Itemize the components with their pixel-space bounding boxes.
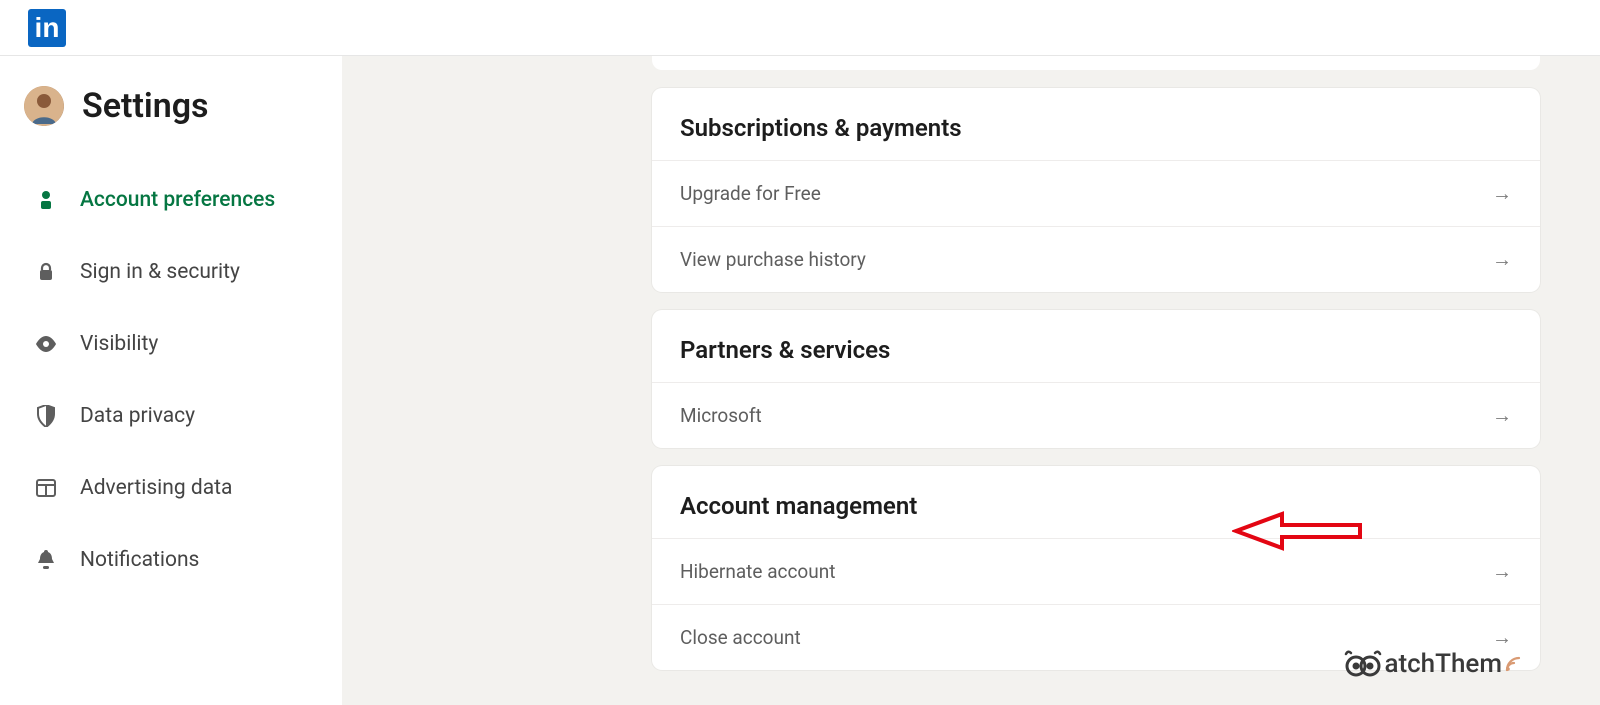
linkedin-logo[interactable]: in [28,9,66,47]
row-label: View purchase history [680,248,866,271]
row-label: Microsoft [680,404,762,427]
sidebar-item-label: Advertising data [80,476,232,500]
row-label: Upgrade for Free [680,182,821,205]
chevron-right-icon: → [1492,181,1512,206]
sidebar-item-notifications[interactable]: Notifications [24,524,342,596]
page-title: Settings [82,86,209,126]
sidebar-item-label: Account preferences [80,188,275,212]
sidebar: Settings Account preferences Sign in & s… [0,56,342,705]
card-partial-top [652,56,1540,70]
chevron-right-icon: → [1492,403,1512,428]
signal-icon [1504,655,1522,673]
card-subscriptions-payments: Subscriptions & payments Upgrade for Fre… [652,88,1540,292]
chevron-right-icon: → [1492,559,1512,584]
row-label: Close account [680,626,801,649]
sidebar-item-data-privacy[interactable]: Data privacy [24,380,342,452]
sidebar-item-account-preferences[interactable]: Account preferences [24,164,342,236]
card-title: Account management [652,466,1540,538]
card-partners-services: Partners & services Microsoft → [652,310,1540,448]
row-hibernate-account[interactable]: Hibernate account → [652,538,1540,604]
content: Subscriptions & payments Upgrade for Fre… [342,56,1600,705]
newspaper-icon [34,479,58,497]
row-label: Hibernate account [680,560,835,583]
eye-icon [34,336,58,352]
watermark-text: atchThem [1384,649,1502,679]
settings-header: Settings [24,86,342,126]
chevron-right-icon: → [1492,625,1512,650]
sidebar-item-label: Data privacy [80,404,195,428]
card-account-management: Account management Hibernate account → C… [652,466,1540,670]
card-title: Partners & services [652,310,1540,382]
sidebar-item-visibility[interactable]: Visibility [24,308,342,380]
row-view-purchase-history[interactable]: View purchase history → [652,226,1540,292]
card-title: Subscriptions & payments [652,88,1540,160]
chevron-right-icon: → [1492,247,1512,272]
sidebar-item-label: Sign in & security [80,260,240,284]
person-icon [34,190,58,210]
cards-column: Subscriptions & payments Upgrade for Fre… [652,56,1540,670]
sidebar-item-label: Visibility [80,332,158,356]
owl-eyes-icon [1344,650,1382,678]
layout: Settings Account preferences Sign in & s… [0,56,1600,705]
avatar-image [24,86,64,126]
shield-icon [34,405,58,427]
watermark: atchThem [1344,649,1522,679]
sidebar-item-signin-security[interactable]: Sign in & security [24,236,342,308]
sidebar-item-label: Notifications [80,548,199,572]
row-microsoft[interactable]: Microsoft → [652,382,1540,448]
row-upgrade-for-free[interactable]: Upgrade for Free → [652,160,1540,226]
avatar[interactable] [24,86,64,126]
bell-icon [34,550,58,570]
lock-icon [34,262,58,282]
topbar: in [0,0,1600,56]
sidebar-item-advertising-data[interactable]: Advertising data [24,452,342,524]
